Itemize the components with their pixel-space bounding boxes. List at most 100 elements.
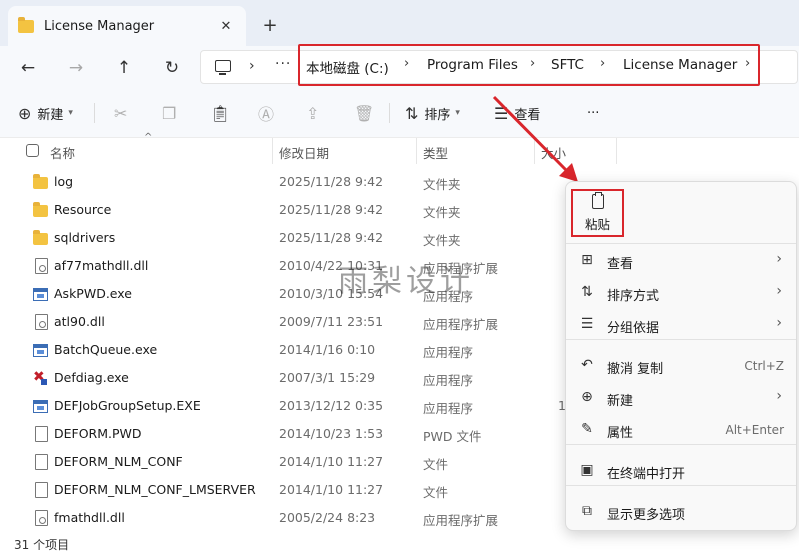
file-name: Defdiag.exe (54, 370, 129, 385)
dll-file-icon (35, 314, 48, 330)
chevron-right-icon: › (776, 251, 782, 267)
application-icon (33, 400, 48, 413)
group-icon: ☰ (580, 316, 594, 332)
up-button[interactable]: ↑ (110, 54, 138, 82)
application-icon (33, 288, 48, 301)
column-divider[interactable] (616, 138, 617, 164)
file-name: BatchQueue.exe (54, 342, 158, 357)
menu-item-label: 查看 (607, 257, 634, 272)
file-date: 2013/12/12 0:35 (279, 398, 384, 413)
back-button[interactable]: ← (14, 54, 42, 82)
file-type: 文件夹 (423, 233, 461, 248)
file-date: 2014/10/23 1:53 (279, 426, 384, 441)
share-button[interactable]: ⇪ (306, 101, 325, 125)
refresh-button[interactable]: ↻ (158, 54, 186, 82)
delete-button[interactable]: 🗑︎ (354, 101, 380, 125)
cut-button[interactable]: ✂ (114, 101, 133, 125)
menu-item-grid[interactable]: ⊞ 查看 › (566, 246, 796, 276)
menu-item-label: 新建 (607, 394, 634, 409)
column-header-size[interactable]: 大小 (541, 143, 566, 162)
chevron-right-icon: › (776, 283, 782, 299)
file-name: AskPWD.exe (54, 286, 132, 301)
file-name: sqldrivers (54, 230, 116, 245)
menu-item-label: 属性 (607, 426, 634, 441)
paste-button[interactable]: 粘贴 (571, 189, 624, 237)
breadcrumb-program-files[interactable]: Program Files (427, 57, 518, 73)
chevron-right-icon: › (776, 388, 782, 404)
menu-item-new[interactable]: ⊕ 新建 › (566, 383, 796, 413)
trash-icon: 🗑︎ (354, 103, 375, 123)
view-button[interactable]: ☰ 查看 (494, 101, 540, 125)
more-button[interactable]: ··· (587, 101, 599, 125)
clipboard-icon: 📋︎ (210, 103, 231, 123)
copy-button[interactable]: ❐ (162, 101, 182, 125)
file-name: DEFORM_NLM_CONF (54, 454, 183, 469)
file-date: 2014/1/16 0:10 (279, 342, 376, 357)
menu-divider (566, 444, 796, 445)
file-name: DEFORM_NLM_CONF_LMSERVER (54, 482, 256, 497)
item-count: 31 个项目 (14, 538, 70, 552)
menu-divider (566, 339, 796, 340)
folder-icon (33, 202, 48, 217)
menu-item-group[interactable]: ☰ 分组依据 › (566, 310, 796, 340)
tab-license-manager[interactable]: License Manager ✕ (8, 6, 246, 46)
sort-button[interactable]: ⇅ 排序 ▾ (405, 101, 460, 125)
breadcrumb-sftc[interactable]: SFTC (551, 57, 584, 73)
file-name: Resource (54, 202, 112, 217)
column-divider[interactable] (416, 138, 417, 164)
file-name: af77mathdll.dll (54, 258, 149, 273)
file-type: 文件夹 (423, 177, 461, 192)
chevron-right-icon[interactable]: › (745, 56, 750, 71)
column-divider[interactable] (534, 138, 535, 164)
chevron-right-icon[interactable]: › (600, 56, 605, 71)
select-all-checkbox[interactable] (26, 144, 39, 157)
breadcrumb-overflow[interactable]: ··· (275, 56, 291, 72)
menu-item-sort[interactable]: ⇅ 排序方式 › (566, 278, 796, 308)
breadcrumb-license-manager[interactable]: License Manager (623, 57, 737, 73)
application-icon (33, 344, 48, 357)
paste-toolbar-button[interactable]: 📋︎ (210, 101, 236, 125)
chevron-right-icon[interactable]: › (530, 56, 535, 71)
menu-item-label: 撤消 复制 (607, 362, 664, 377)
column-header-name[interactable]: 名称 (50, 143, 75, 162)
computer-icon[interactable] (215, 60, 231, 75)
column-divider[interactable] (272, 138, 273, 164)
chevron-right-icon[interactable]: › (404, 56, 409, 71)
column-header-date[interactable]: 修改日期 (279, 143, 329, 162)
title-bar: License Manager ✕ + (0, 0, 799, 46)
file-type: 应用程序 (423, 345, 474, 360)
menu-item-terminal[interactable]: ▣ 在终端中打开 (566, 456, 796, 486)
rename-button[interactable]: Ⓐ (258, 101, 280, 125)
new-button[interactable]: ⊕ 新建 ▾ (18, 101, 73, 125)
status-bar: 31 个项目 (0, 534, 799, 558)
file-date: 2025/11/28 9:42 (279, 230, 384, 245)
breadcrumb-local-disk[interactable]: 本地磁盘 (C:) (306, 57, 389, 77)
menu-item-more-options[interactable]: ⧉ 显示更多选项 (566, 497, 796, 527)
new-tab-button[interactable]: + (258, 13, 282, 37)
application-icon (33, 369, 48, 386)
share-icon: ⇪ (306, 103, 320, 123)
command-bar: ⊕ 新建 ▾ ✂ ❐ 📋︎ Ⓐ ⇪ 🗑︎ ⇅ 排序 ▾ ☰ 查看 ··· (0, 88, 799, 138)
sort-icon: ⇅ (581, 284, 593, 300)
file-type: 文件夹 (423, 205, 461, 220)
tab-title: License Manager (44, 18, 155, 34)
close-tab-icon[interactable]: ✕ (216, 16, 236, 36)
forward-button[interactable]: → (62, 54, 90, 82)
menu-item-wrench[interactable]: ✎ 属性 Alt+Enter (566, 415, 796, 445)
menu-item-label: 显示更多选项 (607, 508, 686, 523)
column-header-type[interactable]: 类型 (423, 143, 448, 162)
sort-label: 排序 (424, 107, 451, 123)
file-type: 应用程序 (423, 401, 474, 416)
chevron-down-icon: ▾ (68, 108, 73, 118)
menu-item-undo[interactable]: ↶ 撤消 复制 Ctrl+Z (566, 351, 796, 381)
menu-item-shortcut: Alt+Enter (725, 423, 784, 437)
terminal-icon: ▣ (580, 462, 594, 478)
file-date: 2014/1/10 11:27 (279, 454, 384, 469)
file-date: 2007/3/1 15:29 (279, 370, 376, 385)
sort-ascending-icon: ^ (144, 132, 153, 143)
chevron-right-icon[interactable]: › (249, 58, 255, 74)
sort-icon: ⇅ (405, 103, 419, 123)
context-menu: 粘贴 ⊞ 查看 › ⇅ 排序方式 › ☰ 分组依据 › ↶ 撤消 复制 Ctrl+Z ⊕ 新建 › ✎ 属性 Al… (565, 181, 797, 531)
wrench-icon: ✎ (581, 421, 593, 437)
folder-icon (33, 174, 48, 189)
